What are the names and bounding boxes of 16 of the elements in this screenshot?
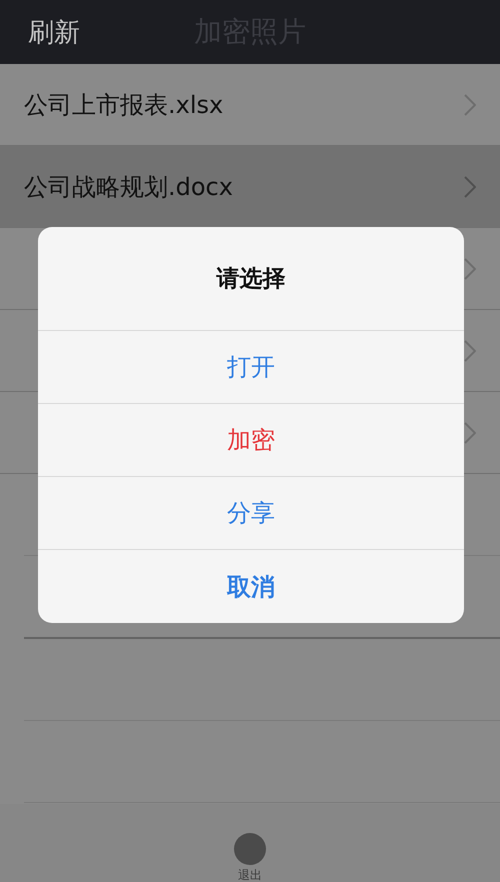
action-button[interactable]: 分享: [38, 477, 464, 550]
action-button[interactable]: 取消: [38, 550, 464, 623]
refresh-button[interactable]: 刷新: [28, 14, 80, 50]
action-button[interactable]: 加密: [38, 404, 464, 477]
file-row[interactable]: 公司战略规划.docx: [0, 146, 500, 228]
chevron-icon: [464, 422, 476, 444]
action-button[interactable]: 打开: [38, 331, 464, 404]
file-name: 公司上市报表.xlsx: [24, 90, 224, 120]
chevron-icon: [464, 94, 476, 116]
dialog-title: 请选择: [38, 227, 464, 331]
tab-item[interactable]: 退出: [234, 833, 266, 882]
circle-icon: [234, 833, 266, 865]
chevron-icon: [464, 340, 476, 362]
chevron-icon: [464, 258, 476, 280]
file-name: 公司战略规划.docx: [24, 172, 234, 202]
chevron-icon: [464, 176, 476, 198]
